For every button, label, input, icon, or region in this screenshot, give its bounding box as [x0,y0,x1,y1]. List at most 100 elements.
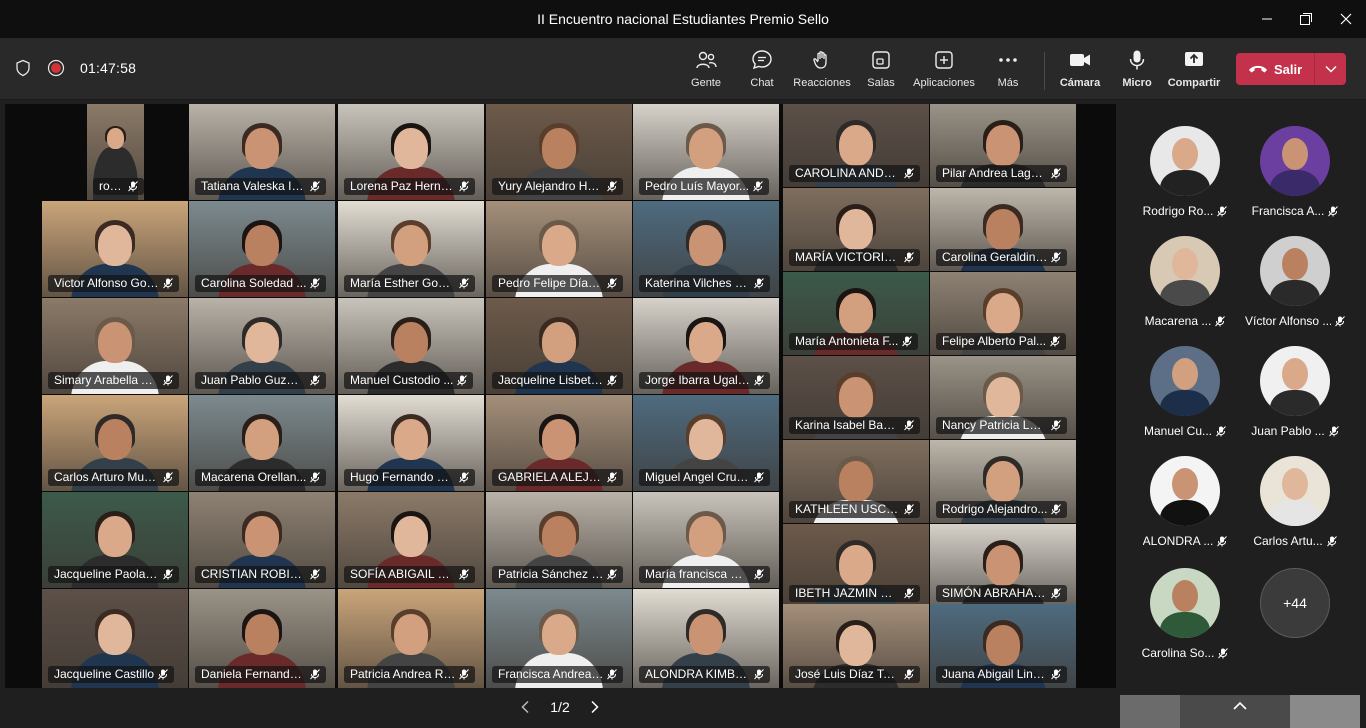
participant-avatar-item[interactable]: Macarena ... [1130,236,1240,336]
participant-face [542,128,576,169]
participant-avatar-item[interactable]: Juan Pablo ... [1240,346,1350,446]
participant-video-tile[interactable]: Jacqueline Paola J... [42,492,188,588]
recording-icon [47,59,65,77]
participant-name-tag: Rodrigo Alejandro... [936,501,1068,518]
avatar-body [1270,390,1320,416]
participant-avatar-item[interactable]: Carlos Artu... [1240,456,1350,556]
participant-video-tile[interactable]: Rodrigo Alejandro... [930,440,1076,523]
participant-video-tile[interactable]: Macarena Orellan... [189,395,335,491]
participant-video-tile[interactable]: SIMÓN ABRAHAM... [930,524,1076,607]
participant-video-tile[interactable]: Jacqueline Castillo [42,589,188,688]
mic-icon [904,587,915,598]
participant-video-tile[interactable]: Hugo Fernando Fe... [338,395,484,491]
participant-name-tag: Pilar Andrea Lagos... [936,165,1068,182]
participant-video-tile[interactable]: Lorena Paz Herna... [338,104,484,200]
participant-video-tile[interactable]: SOFÍA ABIGAIL FA... [338,492,484,588]
participant-video-tile[interactable]: Carlos Arturo Mus... [42,395,188,491]
camera-button[interactable]: Cámara [1060,48,1100,92]
participant-name: Macarena Orellan... [201,470,307,484]
mic-icon [459,568,470,579]
participant-video-tile[interactable]: Daniela Fernanda ... [189,589,335,688]
restore-button[interactable] [1291,6,1321,32]
participant-video-tile[interactable]: Pedro Luís Mayor... [633,104,779,200]
participant-name: Katerina Vilches M... [645,276,751,290]
participant-video-tile[interactable]: Pedro Felipe Díaz ... [486,201,632,297]
participant-name-tag: Macarena Orellan... [195,469,327,486]
participant-video-tile[interactable]: CRISTIAN ROBINS... [189,492,335,588]
mic-icon [1217,205,1228,216]
participant-video-tile[interactable]: Yury Alejandro He... [486,104,632,200]
chevron-up-icon[interactable] [1232,701,1248,711]
minimize-button[interactable] [1252,6,1282,32]
mic-icon [163,568,174,579]
participant-avatar-item[interactable]: Carolina So... [1130,568,1240,668]
participant-name-tag: Carlos Arturo Mus... [48,469,180,486]
leave-options-button[interactable] [1314,53,1346,85]
mic-icon [457,374,468,385]
participant-video-tile[interactable]: Carolina Soledad ... [189,201,335,297]
participant-video-tile[interactable]: Juana Abigail Linc... [930,604,1076,688]
self-view-preview[interactable] [1120,695,1360,728]
more-button[interactable]: Más [994,48,1022,92]
mic-icon [904,251,915,262]
participant-face [394,128,428,169]
participant-face [394,613,428,655]
participant-face [542,613,576,655]
participant-video-tile[interactable]: Victor Alfonso Gonz... [42,201,188,297]
reactions-button[interactable]: Reacciones [793,48,851,92]
participant-video-tile[interactable]: KATHLEEN USCHY... [783,440,929,523]
self-view-background [1120,695,1180,728]
participant-video-tile[interactable]: Patricia Andrea Ro... [338,589,484,688]
chat-button[interactable]: Chat [748,48,776,92]
chevron-right-icon[interactable] [590,700,600,714]
chevron-left-icon[interactable] [520,700,530,714]
participant-video-tile[interactable]: Tatiana Valeska Iv... [189,104,335,200]
leave-button[interactable]: Salir [1236,53,1314,85]
participant-name-tag: SOFÍA ABIGAIL FA... [344,566,476,583]
participant-name: Carolina Soledad ... [201,276,307,290]
participant-video-tile[interactable]: Nancy Patricia Lor... [930,356,1076,439]
apps-button[interactable]: Aplicaciones [912,48,976,92]
participant-video-tile[interactable]: Manuel Custodio ... [338,298,484,394]
participant-name: Jorge Ibarra Ugalde [645,373,751,387]
participant-video-tile[interactable]: María Antonieta F... [783,272,929,355]
share-button[interactable]: Compartir [1168,48,1220,92]
participant-video-tile[interactable]: Miguel Angel Cruz... [633,395,779,491]
participant-video-tile[interactable]: Francisca Andrea ... [486,589,632,688]
people-button[interactable]: Gente [690,48,722,92]
participant-video-tile[interactable]: Carolina Geraldine... [930,188,1076,271]
participant-video-tile[interactable]: Katerina Vilches M... [633,201,779,297]
participant-video-tile[interactable]: Pilar Andrea Lagos... [930,104,1076,187]
participant-name: Daniela Fernanda ... [201,667,307,681]
participant-avatar-item[interactable]: ALONDRA ... [1130,456,1240,556]
participant-video-tile[interactable]: María Esther Gomez ... [338,201,484,297]
participant-video-tile[interactable]: CAROLINA ANDRE... [783,104,929,187]
participant-video-tile[interactable]: Karina Isabel Bakx ... [783,356,929,439]
microphone-button[interactable]: Micro [1122,48,1152,92]
participant-video-tile[interactable]: rolando [87,104,144,200]
participant-avatar-item[interactable]: Víctor Alfonso ... [1240,236,1350,336]
mic-icon [310,568,321,579]
participant-video-tile[interactable]: MARÍA VICTORIA ... [783,188,929,271]
participant-avatar-item[interactable]: Manuel Cu... [1130,346,1240,446]
participant-avatar-item[interactable]: Francisca A... [1240,126,1350,226]
participant-video-tile[interactable]: Jacqueline Lisbeth... [486,298,632,394]
participant-video-tile[interactable]: Jorge Ibarra Ugalde [633,298,779,394]
participant-video-tile[interactable]: Patricia Sánchez F... [486,492,632,588]
participant-video-tile[interactable]: ALONDRA KIMBE... [633,589,779,688]
participant-video-tile[interactable]: Simary Arabella Al... [42,298,188,394]
mic-icon [459,471,470,482]
participant-name-tag: Jacqueline Castillo [48,666,175,683]
mic-icon [1328,425,1339,436]
participant-video-tile[interactable]: GABRIELA ALEJAN... [486,395,632,491]
participant-video-tile[interactable]: IBETH JAZMIN HE... [783,524,929,607]
participant-avatar-item[interactable]: Rodrigo Ro... [1130,126,1240,226]
participant-video-tile[interactable]: Juan Pablo Guzma... [189,298,335,394]
participant-face [689,322,723,363]
more-participants-button[interactable]: +44 [1260,568,1330,638]
rooms-button[interactable]: Salas [866,48,896,92]
close-button[interactable] [1331,6,1361,32]
participant-video-tile[interactable]: María francisca Or... [633,492,779,588]
participant-video-tile[interactable]: Felipe Alberto Pal... [930,272,1076,355]
participant-video-tile[interactable]: José Luis Díaz Torr... [783,604,929,688]
